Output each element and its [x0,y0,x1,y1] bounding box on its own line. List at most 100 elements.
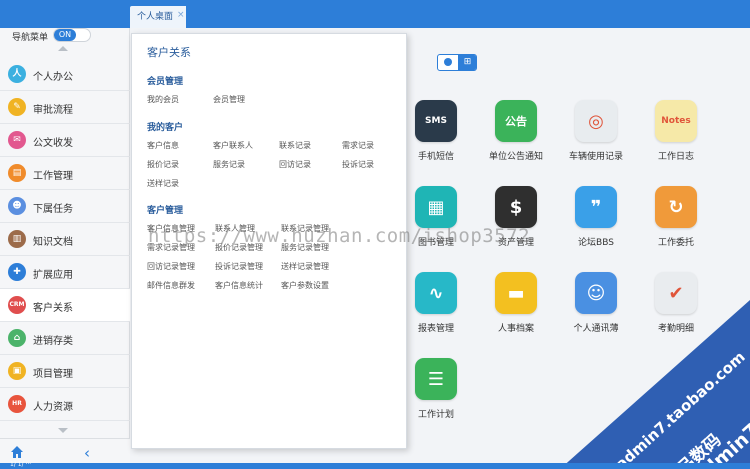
collapse-left-icon[interactable]: ‹ [84,444,90,462]
sidebar-item-label: 工作管理 [33,171,73,182]
speedometer-icon: ◎ [575,100,617,142]
sidebar-item[interactable]: HR 人力资源 [0,388,130,421]
popup-title: 客户关系 [147,46,191,59]
popup-link[interactable]: 联系记录 [279,140,311,151]
nav-menu: 人个人办公 ✎ 审批流程 ✉ 公文收发 ▤ 工作管理 ☻ 下属任务 ▥ 知识文档 ✚ 扩展应用 CRM 客户… [0,58,130,421]
sidebar-item[interactable]: ▤ 工作管理 [0,157,130,190]
popup-link[interactable]: 邮件信息群发 [147,280,195,291]
popup-link[interactable]: 投诉记录管理 [215,261,263,272]
grid-view-icon[interactable]: ⊞ [458,55,476,70]
sidebar-item[interactable]: ✎ 审批流程 [0,91,130,124]
app-label: 车辆使用记录 [568,152,623,162]
person-icon: 人 [8,65,26,83]
home-icon[interactable] [10,445,24,459]
sidebar-item[interactable]: ✉ 公文收发 [0,124,130,157]
app-tile[interactable]: ▬ 人事档案 [481,272,551,334]
nav-toggle-on: ON [54,29,76,41]
app-label: 论坛BBS [578,238,614,248]
popup-link[interactable]: 需求记录 [342,140,374,151]
tab-close-icon[interactable]: × [177,10,185,20]
sidebar-item[interactable]: 人个人办公 [0,58,130,91]
notes-icon: Notes [655,100,697,142]
approval-icon: ✎ [8,98,26,116]
app-tile[interactable]: SMS 手机短信 [401,100,471,162]
popup-link[interactable]: 会员管理 [213,94,245,105]
sms-icon: SMS [415,100,457,142]
popup-section-title: 我的客户 [147,123,184,133]
store-icon: ⌂ [8,329,26,347]
sidebar-item-label: 扩展应用 [33,270,73,281]
popup-link[interactable]: 投诉记录 [342,159,374,170]
scroll-down-icon[interactable] [58,428,68,433]
book-app-icon: ▦ [415,186,457,228]
checklist-icon: ☰ [415,358,457,400]
app-label: 报表管理 [417,324,454,334]
status-bar: 1/ 1/ ··· [0,461,750,469]
sidebar-item-label: 审批流程 [33,105,73,116]
hr-icon: HR [8,395,26,413]
app-tile[interactable]: ↻ 工作委托 [641,186,711,248]
app-label: 工作计划 [417,410,454,420]
popup-link[interactable]: 我的会员 [147,94,179,105]
sidebar-item-label: 客户关系 [33,303,73,314]
popup-link[interactable]: 送样记录管理 [281,261,329,272]
sidebar-item-label: 下属任务 [33,204,73,215]
popup-link[interactable]: 客户信息统计 [215,280,263,291]
sidebar: 导航菜单 ON 人个人办公 ✎ 审批流程 ✉ 公文收发 ▤ 工作管理 ☻ 下属任务 ▥ 知识文档 ✚ 扩… [0,28,130,469]
corner-watermark: admin7.taobao.com 精品数码 Admin7 [560,300,750,469]
book-icon: ▥ [8,230,26,248]
app-tile[interactable]: 公告 单位公告通知 [481,100,551,162]
sidebar-item-label: 知识文档 [33,237,73,248]
sidebar-item-label: 个人办公 [33,72,73,83]
top-bar [0,0,750,28]
app-label: 工作日志 [657,152,694,162]
status-text: 1/ 1/ ··· [10,461,32,468]
app-label: 人事档案 [497,324,534,334]
view-list-option[interactable] [438,55,458,70]
sidebar-item[interactable]: ⌂ 进销存类 [0,322,130,355]
wallet-icon: $ [495,186,537,228]
sidebar-item[interactable]: ▣ 项目管理 [0,355,130,388]
team-icon: ☻ [8,197,26,215]
popup-link[interactable]: 送样记录 [147,178,179,189]
popup-link[interactable]: 服务记录 [213,159,245,170]
chat-icon: ❞ [575,186,617,228]
nav-header: 导航菜单 ON [0,28,129,46]
project-icon: ▣ [8,362,26,380]
view-toggle[interactable]: ⊞ [437,54,477,71]
popup-link[interactable]: 回访记录管理 [147,261,195,272]
popup-link[interactable]: 回访记录 [279,159,311,170]
sidebar-item-label: 项目管理 [33,369,73,380]
popup-link[interactable]: 客户联系人 [213,140,253,151]
nav-header-label: 导航菜单 [12,33,49,43]
sidebar-item-label: 公文收发 [33,138,73,149]
work-icon: ▤ [8,164,26,182]
sidebar-item[interactable]: ▥ 知识文档 [0,223,130,256]
app-tile[interactable]: ◎ 车辆使用记录 [561,100,631,162]
app-label: 手机短信 [417,152,454,162]
sidebar-item[interactable]: ✚ 扩展应用 [0,256,130,289]
popup-section-title: 会员管理 [147,77,184,87]
popup-link[interactable]: 客户参数设置 [281,280,329,291]
app-label: 单位公告通知 [488,152,543,162]
nav-toggle[interactable]: ON [53,28,91,42]
sidebar-item[interactable]: ☻ 下属任务 [0,190,130,223]
app-tile[interactable]: ☰ 工作计划 [401,358,471,420]
popup-link[interactable]: 客户信息 [147,140,179,151]
popup-link[interactable]: 报价记录 [147,159,179,170]
app-label: 工作委托 [657,238,694,248]
app-tile[interactable]: ∿ 报表管理 [401,272,471,334]
tab-label: 个人桌面 [137,12,174,22]
app-tile[interactable]: ❞ 论坛BBS [561,186,631,248]
scroll-up-icon[interactable] [58,46,68,51]
sidebar-item-label: 进销存类 [33,336,73,347]
document-icon: ✉ [8,131,26,149]
crm-icon: CRM [8,296,26,314]
folder-icon: ▬ [495,272,537,314]
notice-icon: 公告 [495,100,537,142]
sidebar-item[interactable]: CRM 客户关系 [0,289,130,322]
puzzle-icon: ✚ [8,263,26,281]
watermark-url: https://www.huzhan.com/ishop3572 [148,225,531,247]
app-tile[interactable]: Notes 工作日志 [641,100,711,162]
sidebar-item-label: 人力资源 [33,402,73,413]
